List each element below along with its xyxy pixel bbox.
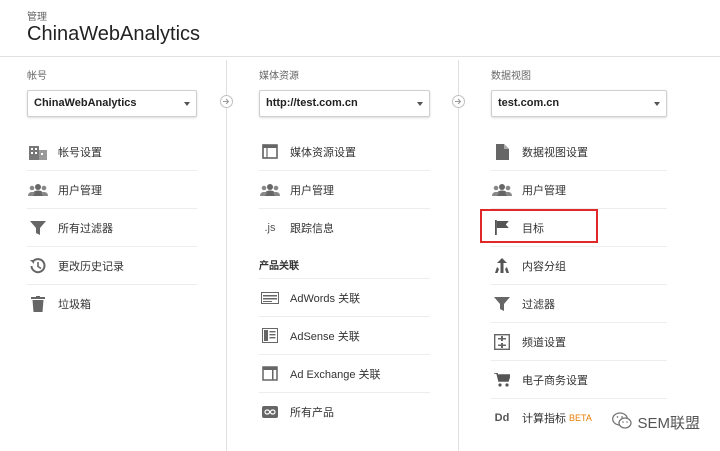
linking-item-label: Ad Exchange 关联: [290, 368, 381, 381]
watermark-text: SEM联盟: [637, 415, 700, 432]
adsense-icon: [259, 325, 281, 347]
cart-icon: [491, 369, 513, 391]
chevron-down-icon: [417, 102, 423, 106]
document-icon: [491, 141, 513, 163]
property-item-settings[interactable]: 媒体资源设置: [259, 133, 430, 171]
account-item-label: 垃圾箱: [58, 299, 91, 311]
trash-icon: [27, 293, 49, 315]
account-label: 帐号: [27, 71, 47, 82]
linking-item-adwords[interactable]: AdWords 关联: [259, 279, 430, 317]
property-select[interactable]: http://test.com.cn: [259, 90, 430, 117]
account-item-filters[interactable]: 所有过滤器: [27, 209, 197, 247]
filter-icon: [491, 293, 513, 315]
product-linking-title: 产品关联: [259, 247, 430, 279]
filter-icon: [27, 217, 49, 239]
beta-badge: BETA: [569, 413, 592, 423]
link-icon: [259, 401, 281, 423]
linking-item-adsense[interactable]: AdSense 关联: [259, 317, 430, 355]
view-item-label: 用户管理: [522, 184, 566, 197]
account-settings-icon: [27, 141, 49, 163]
account-item-label: 更改历史记录: [58, 260, 124, 273]
account-item-settings[interactable]: 帐号设置: [27, 133, 197, 171]
view-label: 数据视图: [491, 71, 531, 82]
property-item-users[interactable]: 用户管理: [259, 171, 430, 209]
account-select-value: ChinaWebAnalytics: [34, 97, 137, 109]
property-column: 媒体资源 http://test.com.cn 媒体资源设置 用户管理 .js …: [259, 70, 430, 431]
column-divider: [458, 60, 459, 451]
chevron-down-icon: [184, 102, 190, 106]
property-item-label: 媒体资源设置: [290, 146, 356, 159]
view-select-value: test.com.cn: [498, 97, 560, 109]
content-grouping-icon: [491, 255, 513, 277]
view-item-channel-settings[interactable]: 频道设置: [491, 323, 667, 361]
column-divider: [226, 60, 227, 451]
view-column: 数据视图 test.com.cn 数据视图设置 用户管理 目标 内容分组 过滤器…: [491, 70, 667, 437]
property-item-tracking[interactable]: .js 跟踪信息: [259, 209, 430, 247]
linking-item-label: AdWords 关联: [290, 292, 361, 305]
linking-item-label: AdSense 关联: [290, 330, 360, 343]
breadcrumb[interactable]: 管理: [27, 8, 47, 23]
calculated-metrics-icon: Dd: [494, 412, 510, 424]
view-select[interactable]: test.com.cn: [491, 90, 667, 117]
view-item-label: 频道设置: [522, 336, 566, 349]
property-select-value: http://test.com.cn: [266, 97, 358, 109]
view-item-ecommerce[interactable]: 电子商务设置: [491, 361, 667, 399]
ad-exchange-icon: [259, 363, 281, 385]
view-item-label: 数据视图设置: [522, 146, 588, 159]
account-item-label: 用户管理: [58, 184, 102, 197]
view-item-settings[interactable]: 数据视图设置: [491, 133, 667, 171]
users-icon: [491, 179, 513, 201]
property-item-label: 跟踪信息: [290, 223, 334, 235]
wechat-icon: [612, 412, 633, 433]
linking-item-all-products[interactable]: 所有产品: [259, 393, 430, 431]
users-icon: [27, 179, 49, 201]
arrow-right-icon: [452, 95, 465, 108]
property-label: 媒体资源: [259, 71, 299, 82]
js-icon: .js: [264, 222, 276, 234]
arrow-right-icon: [220, 95, 233, 108]
view-item-label: 过滤器: [522, 298, 555, 311]
page-header: 管理 ChinaWebAnalytics: [0, 0, 720, 57]
account-item-label: 帐号设置: [58, 146, 102, 159]
account-select[interactable]: ChinaWebAnalytics: [27, 90, 197, 117]
view-item-filters[interactable]: 过滤器: [491, 285, 667, 323]
watermark: SEM联盟: [612, 412, 700, 433]
account-item-history[interactable]: 更改历史记录: [27, 247, 197, 285]
view-item-users[interactable]: 用户管理: [491, 171, 667, 209]
page-title: ChinaWebAnalytics: [27, 23, 201, 45]
users-icon: [259, 179, 281, 201]
goals-highlight-box: [480, 209, 598, 243]
view-item-label: 电子商务设置: [522, 374, 588, 387]
account-column: 帐号 ChinaWebAnalytics 帐号设置 用户管理 所有过滤器 更改历…: [27, 70, 197, 323]
account-item-users[interactable]: 用户管理: [27, 171, 197, 209]
linking-item-label: 所有产品: [290, 407, 334, 419]
view-item-label: 内容分组: [522, 260, 566, 273]
channel-settings-icon: [491, 331, 513, 353]
account-item-trash[interactable]: 垃圾箱: [27, 285, 197, 323]
property-item-label: 用户管理: [290, 184, 334, 197]
history-icon: [27, 255, 49, 277]
chevron-down-icon: [654, 102, 660, 106]
property-settings-icon: [259, 141, 281, 163]
account-item-label: 所有过滤器: [58, 222, 113, 235]
linking-item-ad-exchange[interactable]: Ad Exchange 关联: [259, 355, 430, 393]
view-item-content-grouping[interactable]: 内容分组: [491, 247, 667, 285]
view-item-label: 计算指标: [522, 413, 566, 425]
adwords-icon: [259, 287, 281, 309]
